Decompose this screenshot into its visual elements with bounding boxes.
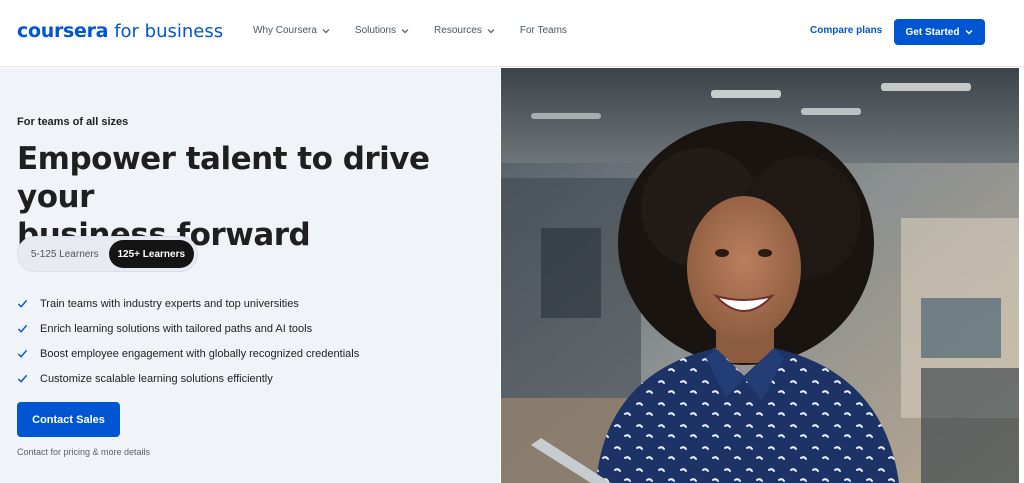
compare-plans-link[interactable]: Compare plans <box>810 25 882 36</box>
coursera-for-business-logo[interactable]: coursera for business <box>17 20 223 42</box>
logo-wordmark: coursera <box>17 20 109 42</box>
benefit-text: Boost employee engagement with globally … <box>40 347 360 360</box>
cta-note: Contact for pricing & more details <box>17 447 151 457</box>
hero-photo-illustration <box>501 68 1019 483</box>
benefit-text: Train teams with industry experts and to… <box>40 297 299 310</box>
nav-why-coursera[interactable]: Why Coursera <box>253 25 330 36</box>
check-icon <box>17 374 28 383</box>
nav-label: Why Coursera <box>253 25 317 36</box>
list-item: Train teams with industry experts and to… <box>17 291 359 316</box>
top-navigation: coursera for business Why Coursera Solut… <box>0 0 1024 67</box>
team-size-toggle: 5-125 Learners 125+ Learners <box>17 236 198 272</box>
list-item: Enrich learning solutions with tailored … <box>17 316 359 341</box>
hero-eyebrow: For teams of all sizes <box>17 116 129 128</box>
toggle-option-small-teams[interactable]: 5-125 Learners <box>21 240 109 268</box>
contact-sales-button[interactable]: Contact Sales <box>17 402 120 437</box>
nav-for-teams[interactable]: For Teams <box>520 25 567 36</box>
get-started-button[interactable]: Get Started <box>894 19 985 45</box>
check-icon <box>17 299 28 308</box>
hero-content: For teams of all sizes Empower talent to… <box>0 68 500 483</box>
chevron-down-icon <box>401 28 409 33</box>
nav-solutions[interactable]: Solutions <box>355 25 409 36</box>
nav-label: For Teams <box>519 25 567 36</box>
benefit-text: Enrich learning solutions with tailored … <box>40 322 313 335</box>
nav-resources[interactable]: Resources <box>434 25 495 36</box>
main-nav: Why Coursera Solutions Resources For Tea… <box>253 25 592 36</box>
chevron-down-icon <box>322 28 330 33</box>
check-icon <box>17 324 28 333</box>
list-item: Boost employee engagement with globally … <box>17 341 359 366</box>
nav-label: Resources <box>434 25 482 36</box>
headline-line-1: Empower talent to drive your <box>17 141 430 215</box>
benefit-text: Customize scalable learning solutions ef… <box>40 372 273 385</box>
benefits-list: Train teams with industry experts and to… <box>17 291 359 391</box>
toggle-option-large-teams[interactable]: 125+ Learners <box>108 240 194 268</box>
chevron-down-icon <box>487 28 495 33</box>
hero-photo <box>501 68 1019 483</box>
get-started-label: Get Started <box>905 26 960 38</box>
list-item: Customize scalable learning solutions ef… <box>17 366 359 391</box>
logo-subtitle: for business <box>114 21 224 42</box>
check-icon <box>17 349 28 358</box>
nav-label: Solutions <box>354 25 397 36</box>
chevron-down-icon <box>965 30 973 35</box>
